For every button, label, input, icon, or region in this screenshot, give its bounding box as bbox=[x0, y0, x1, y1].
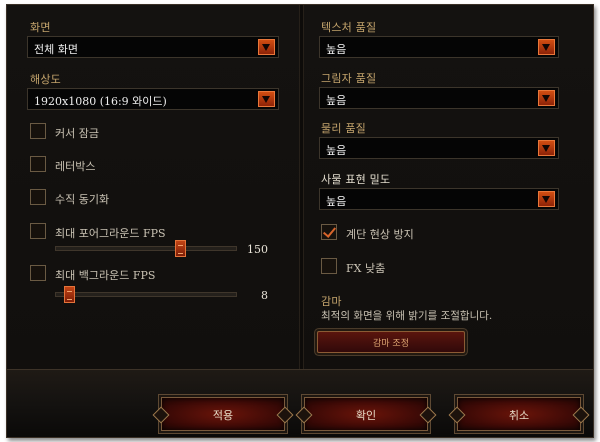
max-background-fps-label: 최대 백그라운드 FPS bbox=[55, 269, 156, 282]
texture-quality-dropdown[interactable]: 높음 bbox=[319, 36, 559, 58]
low-fx-checkbox[interactable] bbox=[321, 258, 337, 274]
gamma-adjust-button[interactable]: 감마 조정 bbox=[317, 331, 465, 353]
chevron-down-icon[interactable] bbox=[538, 191, 555, 207]
chevron-down-icon[interactable] bbox=[538, 90, 555, 106]
chevron-down-icon[interactable] bbox=[538, 140, 555, 156]
foreground-fps-slider-track[interactable] bbox=[55, 246, 237, 251]
display-mode-label: 화면 bbox=[30, 21, 51, 34]
gamma-title: 감마 bbox=[321, 295, 342, 308]
background-fps-slider-track[interactable] bbox=[55, 292, 237, 297]
display-mode-dropdown[interactable]: 전체 화면 bbox=[27, 36, 279, 58]
shadow-quality-label: 그림자 품질 bbox=[321, 72, 377, 85]
gamma-description: 최적의 화면을 위해 밝기를 조절합니다. bbox=[321, 310, 493, 322]
video-options-window: 화면 전체 화면 해상도 1920x1080 (16:9 와이드) 커서 잠금 … bbox=[6, 4, 594, 438]
clutter-density-label: 사물 표현 밀도 bbox=[321, 173, 391, 186]
antialiasing-checkbox[interactable] bbox=[321, 224, 337, 240]
confirm-button-label: 확인 bbox=[355, 409, 377, 422]
vsync-label: 수직 동기화 bbox=[55, 193, 110, 206]
antialiasing-label: 계단 현상 방지 bbox=[346, 228, 414, 241]
confirm-button[interactable]: 확인 bbox=[295, 397, 437, 431]
clutter-density-dropdown[interactable]: 높음 bbox=[319, 188, 559, 210]
display-mode-value: 전체 화면 bbox=[34, 43, 78, 56]
physics-quality-dropdown[interactable]: 높음 bbox=[319, 137, 559, 159]
chevron-down-icon[interactable] bbox=[258, 91, 275, 107]
cancel-button[interactable]: 취소 bbox=[448, 397, 590, 431]
foreground-fps-value: 150 bbox=[247, 243, 268, 256]
max-background-fps-checkbox[interactable] bbox=[30, 265, 46, 281]
max-foreground-fps-label: 최대 포어그라운드 FPS bbox=[55, 227, 166, 240]
apply-button[interactable]: 적용 bbox=[152, 397, 294, 431]
max-foreground-fps-checkbox[interactable] bbox=[30, 223, 46, 239]
cursor-lock-label: 커서 잠금 bbox=[55, 127, 99, 140]
left-panel: 화면 전체 화면 해상도 1920x1080 (16:9 와이드) 커서 잠금 … bbox=[7, 5, 300, 369]
letterbox-label: 레터박스 bbox=[55, 160, 96, 173]
chevron-down-icon[interactable] bbox=[538, 39, 555, 55]
chevron-down-icon[interactable] bbox=[258, 39, 275, 55]
apply-button-label: 적용 bbox=[212, 409, 234, 422]
texture-quality-value: 높음 bbox=[326, 43, 347, 56]
gamma-adjust-button-label: 감마 조정 bbox=[373, 339, 409, 349]
vsync-checkbox[interactable] bbox=[30, 189, 46, 205]
resolution-label: 해상도 bbox=[30, 73, 61, 86]
cursor-lock-checkbox[interactable] bbox=[30, 123, 46, 139]
resolution-dropdown[interactable]: 1920x1080 (16:9 와이드) bbox=[27, 88, 279, 110]
texture-quality-label: 텍스처 품질 bbox=[321, 21, 377, 34]
cancel-button-label: 취소 bbox=[508, 409, 530, 422]
low-fx-label: FX 낮춤 bbox=[346, 262, 386, 275]
physics-quality-value: 높음 bbox=[326, 144, 347, 157]
foreground-fps-slider-thumb[interactable] bbox=[174, 240, 186, 257]
shadow-quality-dropdown[interactable]: 높음 bbox=[319, 87, 559, 109]
background-fps-value: 8 bbox=[261, 289, 268, 302]
physics-quality-label: 물리 품질 bbox=[321, 122, 366, 135]
clutter-density-value: 높음 bbox=[326, 195, 347, 208]
shadow-quality-value: 높음 bbox=[326, 94, 347, 107]
letterbox-checkbox[interactable] bbox=[30, 156, 46, 172]
resolution-value: 1920x1080 (16:9 와이드) bbox=[34, 95, 167, 108]
background-fps-slider-thumb[interactable] bbox=[63, 286, 75, 303]
